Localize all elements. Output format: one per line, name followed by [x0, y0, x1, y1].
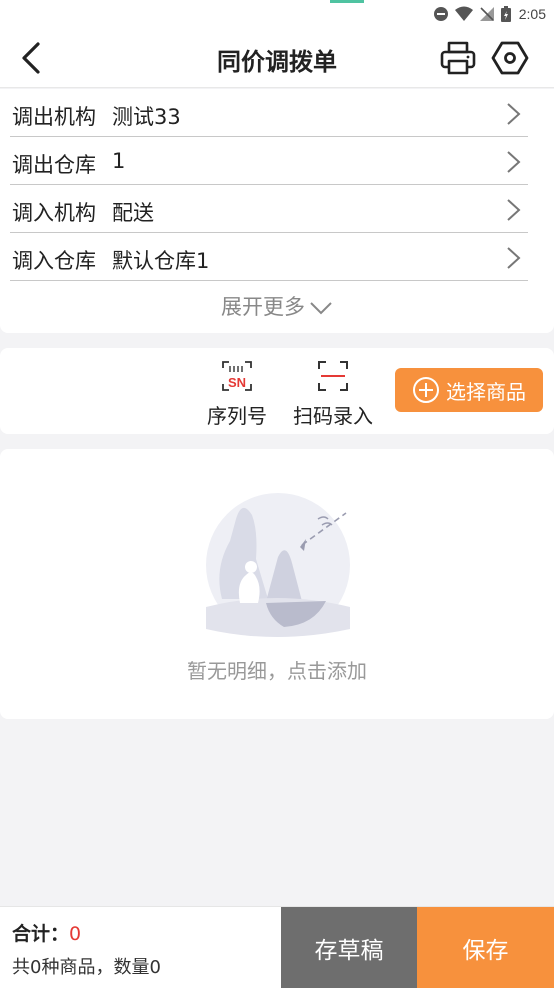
empty-illustration-icon: [206, 493, 350, 637]
form-row-value: 测试33: [112, 105, 181, 129]
form-row-label: 调出仓库: [12, 153, 96, 177]
status-bar: 2:05: [0, 0, 554, 28]
item-count-summary: 共0种商品，数量0: [12, 957, 161, 978]
bottom-bar: 合计：0 共0种商品，数量0 存草稿 保存: [0, 906, 554, 988]
save-button[interactable]: 保存: [417, 907, 554, 988]
empty-detail-area[interactable]: 暂无明细，点击添加: [0, 449, 554, 719]
expand-more-button[interactable]: 展开更多: [0, 291, 554, 321]
wifi-icon: [454, 6, 473, 22]
serial-number-label: 序列号: [207, 404, 267, 428]
chevron-right-icon: [507, 199, 521, 221]
expand-more-label: 展开更多: [221, 295, 305, 319]
select-product-button[interactable]: 选择商品: [395, 368, 543, 412]
settings-button[interactable]: [490, 38, 530, 78]
form-row-label: 调出机构: [12, 105, 96, 129]
nav-bar: 同价调拨单: [0, 28, 554, 88]
no-signal-icon: [479, 6, 495, 22]
status-icons: 2:05: [433, 4, 546, 24]
chevron-right-icon: [507, 103, 521, 125]
form-row-label: 调入仓库: [12, 249, 96, 273]
plus-circle-icon: [413, 377, 439, 403]
serial-number-icon-text: SN: [228, 375, 246, 390]
scan-entry-label: 扫码录入: [293, 404, 373, 428]
serial-number-button[interactable]: SN 序列号: [203, 360, 271, 429]
total-line: 合计：0: [12, 919, 81, 946]
total-value: 0: [69, 923, 82, 945]
total-label: 合计：: [12, 923, 70, 945]
chevron-right-icon: [507, 151, 521, 173]
form-row-label: 调入机构: [12, 201, 96, 225]
chevron-right-icon: [507, 247, 521, 269]
scan-entry-button[interactable]: 扫码录入: [289, 360, 377, 429]
status-accent-line: [330, 0, 364, 3]
form-row-out-warehouse[interactable]: 调出仓库 1: [10, 139, 528, 185]
form-row-in-warehouse[interactable]: 调入仓库 默认仓库1: [10, 235, 528, 281]
printer-icon: [440, 41, 476, 75]
print-button[interactable]: [438, 38, 478, 78]
chevron-down-icon: [310, 302, 332, 315]
battery-icon: [500, 6, 511, 22]
form-row-value: 默认仓库1: [112, 249, 210, 273]
product-actions-card: SN 序列号 扫码录入 选择商品: [0, 348, 554, 434]
settings-hexagon-icon: [491, 41, 529, 75]
status-time: 2:05: [518, 6, 546, 22]
form-row-in-org[interactable]: 调入机构 配送: [10, 187, 528, 233]
form-row-out-org[interactable]: 调出机构 测试33: [10, 91, 528, 137]
do-not-disturb-icon: [433, 6, 449, 22]
save-draft-button[interactable]: 存草稿: [281, 907, 417, 988]
select-product-label: 选择商品: [446, 379, 526, 404]
scan-icon: [318, 361, 348, 391]
form-row-value: 配送: [112, 201, 154, 225]
transfer-info-card: 调出机构 测试33 调出仓库 1 调入机构 配送 调入仓库 默认仓库1 展开更多: [0, 89, 554, 333]
form-row-value: 1: [112, 149, 126, 173]
serial-number-icon: SN: [222, 361, 252, 391]
empty-message: 暂无明细，点击添加: [187, 659, 367, 683]
